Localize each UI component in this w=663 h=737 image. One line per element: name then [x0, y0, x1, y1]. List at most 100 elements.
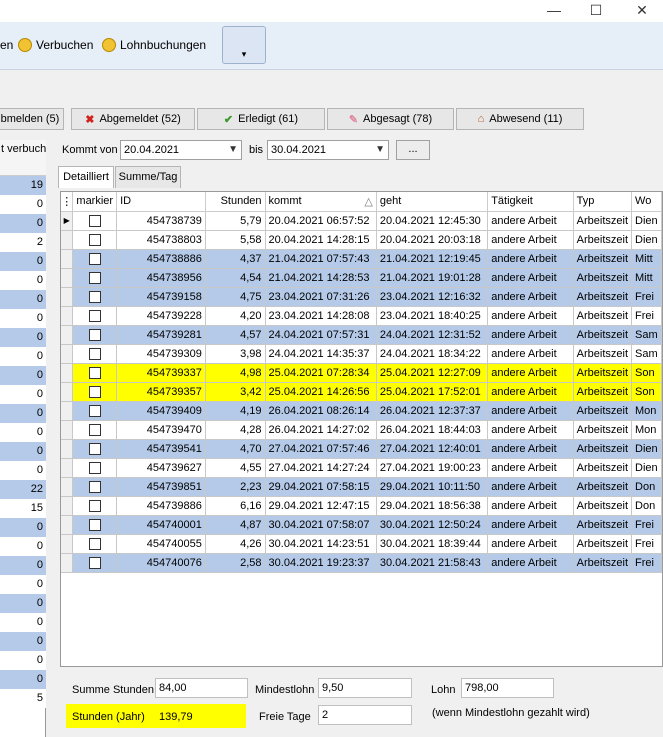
table-row[interactable]: 454739158 4,75 23.04.2021 07:31:26 23.04.20… [61, 287, 662, 307]
mark-checkbox-cell[interactable] [72, 211, 118, 231]
left-list-row[interactable]: 0 [0, 214, 46, 233]
ribbon-partial-button[interactable]: en [0, 34, 13, 56]
mark-checkbox-cell[interactable] [72, 268, 118, 288]
mark-checkbox[interactable] [88, 461, 101, 474]
table-row[interactable]: 454740076 2,58 30.04.2021 19:23:37 30.04.20… [61, 553, 662, 573]
table-row[interactable]: 454739541 4,70 27.04.2021 07:57:46 27.04.20… [61, 439, 662, 459]
left-list-row[interactable]: 0 [0, 385, 46, 404]
verbuchen-button[interactable]: Verbuchen [18, 34, 93, 56]
mark-checkbox-cell[interactable] [72, 306, 118, 326]
column-header-kommt[interactable]: kommt △ [265, 192, 377, 212]
mark-checkbox[interactable] [88, 214, 101, 227]
mark-checkbox-cell[interactable] [72, 287, 118, 307]
row-indicator[interactable] [61, 268, 74, 288]
column-header-markier[interactable]: markier [72, 192, 118, 212]
table-row[interactable]: 454739228 4,20 23.04.2021 14:28:08 23.04.20… [61, 306, 662, 326]
mark-checkbox-cell[interactable] [72, 344, 118, 364]
left-list-row[interactable]: 5 [0, 689, 46, 708]
ribbon-dropdown-button[interactable]: ▾ [222, 26, 266, 64]
table-row[interactable]: 454739309 3,98 24.04.2021 14:35:37 24.04.20… [61, 344, 662, 364]
left-list-row[interactable]: 0 [0, 252, 46, 271]
chevron-down-icon[interactable]: ▼ [375, 141, 385, 159]
row-indicator[interactable] [61, 230, 74, 250]
row-indicator[interactable] [61, 420, 74, 440]
mark-checkbox-cell[interactable] [72, 420, 118, 440]
table-row[interactable]: 454739281 4,57 24.04.2021 07:57:31 24.04.20… [61, 325, 662, 345]
left-list-row[interactable]: 0 [0, 347, 46, 366]
mark-checkbox-cell[interactable] [72, 477, 118, 497]
table-row[interactable]: 454739337 4,98 25.04.2021 07:28:34 25.04.20… [61, 363, 662, 383]
left-list-row[interactable]: 0 [0, 271, 46, 290]
left-list-row[interactable]: 22 [0, 480, 46, 499]
mark-checkbox-cell[interactable] [72, 458, 118, 478]
row-indicator[interactable] [61, 325, 74, 345]
mark-checkbox-cell[interactable] [72, 249, 118, 269]
mark-checkbox-cell[interactable] [72, 230, 118, 250]
row-indicator[interactable]: ▶ [61, 211, 74, 231]
minimize-button[interactable]: — [537, 0, 571, 22]
mark-checkbox[interactable] [88, 442, 101, 455]
left-list-row[interactable]: 0 [0, 290, 46, 309]
table-row[interactable]: 454739357 3,42 25.04.2021 14:26:56 25.04.20… [61, 382, 662, 402]
left-list-row[interactable]: 0 [0, 518, 46, 537]
mark-checkbox[interactable] [88, 499, 101, 512]
mark-checkbox[interactable] [88, 233, 101, 246]
mark-checkbox-cell[interactable] [72, 496, 118, 516]
lohnbuchungen-button[interactable]: Lohnbuchungen [102, 34, 206, 56]
close-button[interactable]: ✕ [625, 0, 659, 22]
left-list-row[interactable]: 0 [0, 366, 46, 385]
table-row[interactable]: 454740001 4,87 30.04.2021 07:58:07 30.04.20… [61, 515, 662, 535]
mark-checkbox[interactable] [88, 385, 101, 398]
mark-checkbox[interactable] [88, 423, 101, 436]
left-list-row[interactable]: 0 [0, 404, 46, 423]
mark-checkbox[interactable] [88, 347, 101, 360]
tab-summe-tag[interactable]: Summe/Tag [115, 166, 181, 188]
row-indicator[interactable] [61, 401, 74, 421]
row-indicator[interactable] [61, 382, 74, 402]
mark-checkbox[interactable] [88, 537, 101, 550]
mark-checkbox[interactable] [88, 518, 101, 531]
summe-stunden-field[interactable]: 84,00 [155, 678, 248, 698]
row-indicator[interactable] [61, 458, 74, 478]
left-list-row[interactable]: 0 [0, 309, 46, 328]
left-list-row[interactable]: 0 [0, 670, 46, 689]
left-list-row[interactable]: 0 [0, 195, 46, 214]
table-row[interactable]: 454739409 4,19 26.04.2021 08:26:14 26.04.20… [61, 401, 662, 421]
tab-abgemeldet[interactable]: ✖ Abgemeldet (52) [71, 108, 195, 130]
column-header-geht[interactable]: geht [376, 192, 489, 212]
row-indicator[interactable] [61, 306, 74, 326]
left-list-row[interactable]: 2 [0, 233, 46, 252]
row-indicator[interactable] [61, 344, 74, 364]
mark-checkbox[interactable] [88, 309, 101, 322]
mark-checkbox-cell[interactable] [72, 439, 118, 459]
left-employee-list[interactable]: t verbuch 19 0 0 2 0 0 0 0 0 0 0 0 0 0 0 0 22 15 0 0 0 0 0 0 0 0 0… [0, 140, 46, 737]
mark-checkbox-cell[interactable] [72, 382, 118, 402]
mark-checkbox[interactable] [88, 252, 101, 265]
tab-abwesend[interactable]: ⌂ Abwesend (11) [456, 108, 584, 130]
date-to-picker[interactable]: 30.04.2021 ▼ [267, 140, 389, 160]
left-list-row[interactable]: 0 [0, 651, 46, 670]
left-list-row[interactable]: 0 [0, 461, 46, 480]
row-indicator[interactable] [61, 515, 74, 535]
tab-erledigt[interactable]: ✔ Erledigt (61) [197, 108, 325, 130]
table-row[interactable]: 454738803 5,58 20.04.2021 14:28:15 20.04.20… [61, 230, 662, 250]
left-list-row[interactable]: 0 [0, 328, 46, 347]
mark-checkbox[interactable] [88, 271, 101, 284]
table-row[interactable]: 454740055 4,26 30.04.2021 14:23:51 30.04.20… [61, 534, 662, 554]
mark-checkbox[interactable] [88, 480, 101, 493]
row-indicator[interactable] [61, 439, 74, 459]
left-list-row[interactable]: 0 [0, 537, 46, 556]
row-indicator[interactable] [61, 477, 74, 497]
column-header-id[interactable]: ID [116, 192, 206, 212]
row-indicator[interactable] [61, 534, 74, 554]
chevron-down-icon[interactable]: ▼ [228, 141, 238, 159]
row-indicator[interactable] [61, 287, 74, 307]
mark-checkbox[interactable] [88, 556, 101, 569]
row-indicator[interactable] [61, 553, 74, 573]
table-row[interactable]: ▶ 454738739 5,79 20.04.2021 06:57:52 20.04.2… [61, 211, 662, 231]
left-list-row[interactable]: 0 [0, 556, 46, 575]
tab-anmelden[interactable]: bmelden (5) [0, 108, 64, 130]
mark-checkbox-cell[interactable] [72, 401, 118, 421]
table-row[interactable]: 454739851 2,23 29.04.2021 07:58:15 29.04.20… [61, 477, 662, 497]
row-indicator[interactable] [61, 249, 74, 269]
